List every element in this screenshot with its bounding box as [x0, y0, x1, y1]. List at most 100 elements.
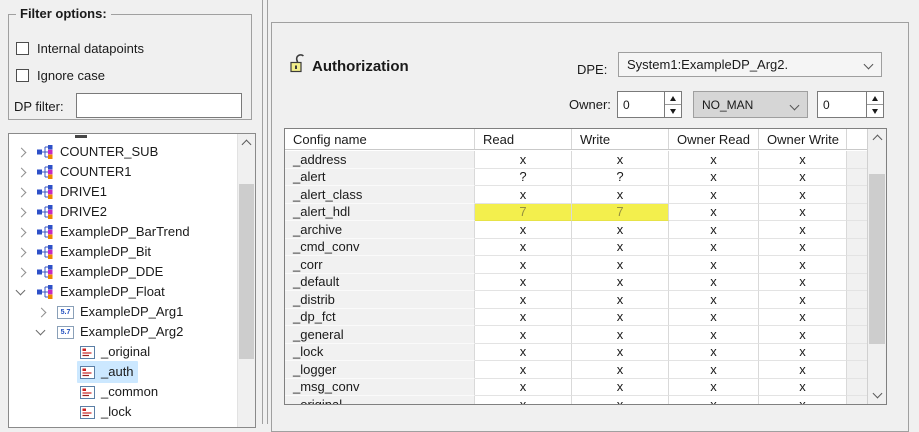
config-name-cell[interactable]: _cmd_conv	[285, 239, 475, 257]
write-cell[interactable]: x	[572, 274, 669, 292]
table-row[interactable]: _archive x x x x	[285, 221, 867, 239]
config-name-cell[interactable]: _address	[285, 151, 475, 169]
config-name-cell[interactable]: _archive	[285, 221, 475, 239]
owner-write-cell[interactable]: x	[759, 344, 847, 362]
tree-item[interactable]: 5.7 ExampleDP_BarTrend	[9, 222, 237, 242]
read-cell[interactable]: x	[475, 256, 572, 274]
spin-up-icon[interactable]	[665, 92, 681, 105]
read-cell[interactable]: x	[475, 309, 572, 327]
write-cell[interactable]: x	[572, 256, 669, 274]
read-cell[interactable]: x	[475, 326, 572, 344]
table-row[interactable]: _alert_hdl 7 7 x x	[285, 204, 867, 222]
tree-item[interactable]: 5.7 _common	[9, 382, 237, 402]
spin-up-icon[interactable]	[867, 92, 883, 105]
owner-read-cell[interactable]: x	[669, 274, 759, 292]
table-row[interactable]: _lock x x x x	[285, 344, 867, 362]
read-cell[interactable]: x	[475, 396, 572, 404]
owner-read-cell[interactable]: x	[669, 379, 759, 397]
table-row[interactable]: _corr x x x x	[285, 256, 867, 274]
config-name-cell[interactable]: _dp_fct	[285, 309, 475, 327]
write-cell[interactable]: x	[572, 186, 669, 204]
table-row[interactable]: _general x x x x	[285, 326, 867, 344]
owner-read-cell[interactable]: x	[669, 221, 759, 239]
table-row[interactable]: _alert_class x x x x	[285, 186, 867, 204]
owner-read-cell[interactable]: x	[669, 396, 759, 404]
write-cell[interactable]: x	[572, 379, 669, 397]
write-cell[interactable]: x	[572, 344, 669, 362]
chevron-right-icon[interactable]	[14, 142, 34, 162]
column-header-owner-write[interactable]: Owner Write	[759, 129, 847, 149]
config-name-cell[interactable]: _alert_hdl	[285, 204, 475, 222]
table-row[interactable]: _distrib x x x x	[285, 291, 867, 309]
owner-write-cell[interactable]: x	[759, 361, 847, 379]
table-scroll-up-icon[interactable]	[868, 129, 886, 146]
read-cell[interactable]: x	[475, 291, 572, 309]
table-row[interactable]: _original x x x x	[285, 396, 867, 404]
owner-write-cell[interactable]: x	[759, 169, 847, 187]
owner-write-cell[interactable]: x	[759, 379, 847, 397]
owner-write-cell[interactable]: x	[759, 309, 847, 327]
chevron-down-icon[interactable]	[14, 282, 34, 302]
owner-spinbox[interactable]: 0	[617, 91, 682, 118]
ignore-case-checkbox[interactable]	[16, 69, 29, 82]
owner-read-cell[interactable]: x	[669, 186, 759, 204]
owner-write-cell[interactable]: x	[759, 239, 847, 257]
chevron-down-icon[interactable]	[34, 322, 54, 342]
tree-scrollbar-thumb[interactable]	[239, 184, 254, 359]
owner-write-cell[interactable]: x	[759, 256, 847, 274]
config-name-cell[interactable]: _general	[285, 326, 475, 344]
tree-item[interactable]: 5.7 DRIVE2	[9, 202, 237, 222]
tree-item[interactable]: 5.7 ExampleDP_DDE	[9, 262, 237, 282]
config-name-cell[interactable]: _alert	[285, 169, 475, 187]
table-scrollbar[interactable]	[867, 129, 886, 404]
owner-read-cell[interactable]: x	[669, 326, 759, 344]
read-cell[interactable]: ?	[475, 169, 572, 187]
read-cell[interactable]: x	[475, 221, 572, 239]
write-cell[interactable]: x	[572, 361, 669, 379]
tree-scroll-up-icon[interactable]	[238, 134, 255, 151]
owner-write-cell[interactable]: x	[759, 186, 847, 204]
tree-item[interactable]: 5.7 _original	[9, 342, 237, 362]
column-header-owner-read[interactable]: Owner Read	[669, 129, 759, 149]
tree-item[interactable]: 5.7 COUNTER_SUB	[9, 142, 237, 162]
internal-datapoints-checkbox-row[interactable]: Internal datapoints	[16, 41, 144, 56]
chevron-right-icon[interactable]	[14, 262, 34, 282]
tree-item[interactable]: 5.7 ExampleDP_Bit	[9, 242, 237, 262]
dpe-combobox[interactable]: System1:ExampleDP_Arg2.	[618, 52, 882, 77]
write-cell[interactable]: ?	[572, 169, 669, 187]
spin-down-icon[interactable]	[867, 105, 883, 117]
chevron-right-icon[interactable]	[14, 162, 34, 182]
chevron-right-icon[interactable]	[34, 302, 54, 322]
owner-write-cell[interactable]: x	[759, 204, 847, 222]
owner-group-combobox[interactable]: NO_MAN	[693, 91, 808, 118]
write-cell[interactable]: x	[572, 396, 669, 404]
chevron-right-icon[interactable]	[14, 182, 34, 202]
tree-item[interactable]: 5.7 _lock	[9, 402, 237, 422]
tree-item[interactable]: 5.7 ExampleDP_Arg2	[9, 322, 237, 342]
owner-write-cell[interactable]: x	[759, 274, 847, 292]
owner-read-cell[interactable]: x	[669, 361, 759, 379]
write-cell[interactable]: x	[572, 291, 669, 309]
tree-item[interactable]: 5.7 _auth	[9, 362, 237, 382]
read-cell[interactable]: x	[475, 151, 572, 169]
tree-item[interactable]: 5.7 DRIVE1	[9, 182, 237, 202]
read-cell[interactable]: x	[475, 274, 572, 292]
table-scrollbar-thumb[interactable]	[869, 174, 885, 344]
owner-write-cell[interactable]: x	[759, 151, 847, 169]
owner-read-cell[interactable]: x	[669, 309, 759, 327]
read-cell[interactable]: x	[475, 379, 572, 397]
table-row[interactable]: _msg_conv x x x x	[285, 379, 867, 397]
owner-write-cell[interactable]: x	[759, 291, 847, 309]
owner-read-cell[interactable]: x	[669, 291, 759, 309]
config-name-cell[interactable]: _default	[285, 274, 475, 292]
panel-splitter[interactable]	[262, 0, 268, 424]
internal-datapoints-checkbox[interactable]	[16, 42, 29, 55]
config-name-cell[interactable]: _corr	[285, 256, 475, 274]
write-cell[interactable]: x	[572, 309, 669, 327]
table-row[interactable]: _logger x x x x	[285, 361, 867, 379]
table-row[interactable]: _alert ? ? x x	[285, 169, 867, 187]
read-cell[interactable]: x	[475, 186, 572, 204]
table-row[interactable]: _dp_fct x x x x	[285, 309, 867, 327]
dp-filter-input[interactable]	[76, 93, 242, 118]
column-header-read[interactable]: Read	[475, 129, 572, 149]
